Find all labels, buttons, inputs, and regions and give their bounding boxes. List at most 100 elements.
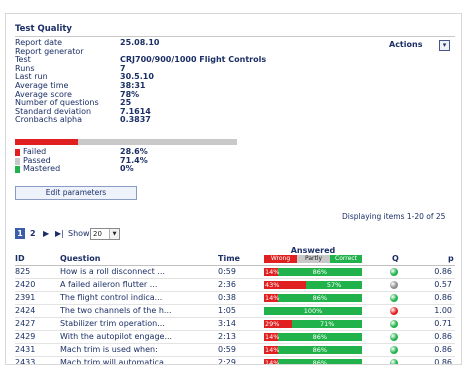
- answer-bar: 43% 57%: [264, 281, 362, 289]
- table-row[interactable]: 825 How is a roll disconnect ... 0:59 0.86 1…: [15, 266, 455, 279]
- displaying-items-text: Displaying items 1-20 of 25: [342, 212, 446, 221]
- legend-swatch: [15, 149, 20, 156]
- cell-id: 2433: [15, 358, 36, 365]
- table-row[interactable]: 2431 Mach trim is used when: 0:59 0.86 14% 86…: [15, 344, 455, 357]
- cell-question: How is a roll disconnect ...: [60, 267, 165, 276]
- panel-title: Test Quality: [15, 24, 72, 34]
- correct-percent: 86%: [312, 346, 328, 354]
- cell-time: 1:05: [218, 306, 236, 315]
- cell-p: 1.00: [434, 306, 452, 315]
- col-time[interactable]: Time: [218, 254, 240, 264]
- cell-p: 0.86: [434, 293, 452, 302]
- legend-wrong: Wrong: [264, 255, 297, 263]
- quality-indicator-icon: [390, 307, 398, 315]
- page-1-button[interactable]: 1: [15, 228, 25, 239]
- cell-question: Mach trim will automatica...: [60, 358, 172, 365]
- table-row[interactable]: 2429 With the autopilot engage... 2:13 0.86…: [15, 331, 455, 344]
- cell-time: 3:14: [218, 319, 236, 328]
- quality-indicator-icon: [390, 268, 398, 276]
- wrong-percent: 29%: [265, 320, 280, 328]
- cell-time: 0:59: [218, 267, 236, 276]
- cell-id: 2431: [15, 345, 36, 354]
- info-value: 25.08.10: [120, 38, 160, 47]
- cell-question: Mach trim is used when:: [60, 345, 158, 354]
- cell-time: 2:13: [218, 332, 236, 341]
- quality-indicator-icon: [390, 333, 398, 341]
- cell-id: 2420: [15, 280, 36, 289]
- cell-id: 2424: [15, 306, 36, 315]
- legend-swatch: [15, 166, 20, 174]
- quality-indicator-icon: [390, 359, 398, 364]
- correct-percent: 100%: [303, 307, 323, 315]
- cell-time: 0:38: [218, 293, 236, 302]
- quality-indicator-icon: [390, 294, 398, 302]
- answer-legend: Wrong Partly Correct: [264, 255, 362, 263]
- quality-indicator-icon: [390, 320, 398, 328]
- col-q[interactable]: Q: [392, 254, 399, 264]
- cell-id: 2427: [15, 319, 36, 328]
- table-row[interactable]: 2427 Stabilizer trim operation... 3:14 0.71…: [15, 318, 455, 331]
- col-id[interactable]: ID: [15, 254, 25, 264]
- correct-percent: 86%: [312, 359, 328, 365]
- actions-label: Actions: [389, 40, 423, 49]
- edit-parameters-button[interactable]: Edit parameters: [15, 186, 137, 200]
- cell-id: 825: [15, 267, 31, 276]
- cell-time: 0:59: [218, 345, 236, 354]
- cell-p: 0.86: [434, 358, 452, 365]
- cell-time: 2:29: [218, 358, 236, 365]
- cell-p: 0.86: [434, 345, 452, 354]
- wrong-percent: 43%: [265, 281, 280, 289]
- chevron-down-icon: ▼: [109, 229, 119, 239]
- cell-question: Stabilizer trim operation...: [60, 319, 165, 328]
- correct-percent: 86%: [312, 333, 328, 341]
- legend-partly: Partly: [297, 255, 330, 263]
- dropdown-toggle-icon[interactable]: ▾: [439, 40, 450, 51]
- answer-bar: 14% 86%: [264, 359, 362, 365]
- cell-p: 0.57: [434, 280, 452, 289]
- cell-id: 2391: [15, 293, 36, 302]
- result-summary-bar: [15, 139, 237, 145]
- correct-percent: 71%: [319, 320, 335, 328]
- correct-percent: 86%: [312, 268, 328, 276]
- cell-question: The flight control indica...: [60, 293, 163, 302]
- legend-swatch: [15, 157, 20, 165]
- legend-correct: Correct: [330, 255, 362, 263]
- legend-value: 0%: [120, 164, 134, 174]
- page-2-link[interactable]: 2: [30, 228, 36, 239]
- answer-bar: 14% 86%: [264, 268, 362, 276]
- question-table: 825 How is a roll disconnect ... 0:59 0.86 1…: [15, 266, 455, 365]
- quality-indicator-icon: [390, 281, 398, 289]
- next-page-icon[interactable]: ▶: [43, 228, 49, 239]
- answer-bar: 14% 86%: [264, 333, 362, 341]
- last-page-icon[interactable]: ▶|: [55, 228, 64, 239]
- show-label: Show: [68, 229, 90, 238]
- quality-indicator-icon: [390, 346, 398, 354]
- answer-bar: 14% 86%: [264, 346, 362, 354]
- title-divider: [15, 36, 455, 37]
- cell-p: 0.86: [434, 267, 452, 276]
- legend-label: Mastered: [23, 164, 61, 174]
- correct-percent: 86%: [312, 294, 328, 302]
- page-size-select[interactable]: 20 ▼: [90, 228, 120, 240]
- table-row[interactable]: 2391 The flight control indica... 0:38 0.86…: [15, 292, 455, 305]
- col-p[interactable]: p: [448, 254, 454, 264]
- col-question[interactable]: Question: [60, 254, 100, 264]
- failed-segment: [15, 139, 79, 145]
- table-row[interactable]: 2424 The two channels of the h... 1:05 1.00…: [15, 305, 455, 318]
- answer-bar: 14% 86%: [264, 294, 362, 302]
- info-value: 0.3837: [120, 115, 151, 125]
- cell-id: 2429: [15, 332, 36, 341]
- page-size-value: 20: [93, 230, 102, 238]
- cell-time: 2:36: [218, 280, 236, 289]
- answer-bar: 100%: [264, 307, 362, 315]
- table-row[interactable]: 2420 A failed aileron flutter ... 2:36 0.57…: [15, 279, 455, 292]
- table-row[interactable]: 2433 Mach trim will automatica... 2:29 0.86…: [15, 357, 455, 365]
- correct-percent: 57%: [326, 281, 342, 289]
- cell-p: 0.86: [434, 332, 452, 341]
- cell-p: 0.71: [434, 319, 452, 328]
- cell-question: With the autopilot engage...: [60, 332, 173, 341]
- test-quality-panel: Test Quality Report date 25.08.10 Report g…: [5, 13, 462, 365]
- table-header: ID Question Time Q p: [15, 254, 455, 264]
- cell-question: The two channels of the h...: [60, 306, 172, 315]
- info-value: CRJ700/900/1000 Flight Controls: [120, 55, 267, 65]
